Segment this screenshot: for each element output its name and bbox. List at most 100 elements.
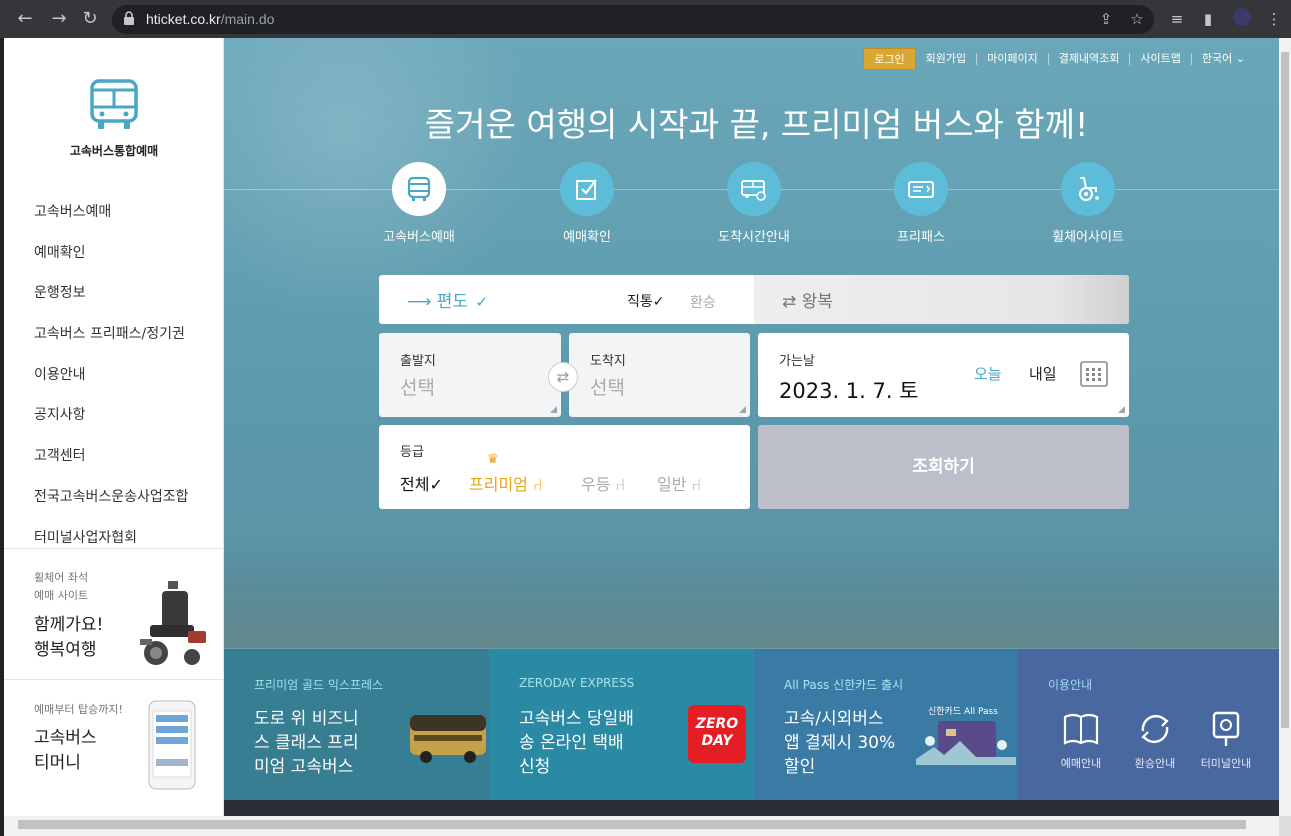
transfer-guide-link[interactable]: 환승안내 [1125, 709, 1185, 771]
booking-guide-link[interactable]: 예매안내 [1051, 709, 1111, 771]
check-mark-icon: ✓ [475, 293, 489, 311]
direct-check-icon: ✓ [652, 294, 665, 310]
terminal-guide-link[interactable]: 터미널안내 [1196, 709, 1256, 771]
transfer-option[interactable]: 환승 [690, 292, 716, 312]
star-icon[interactable]: ☆ [1126, 8, 1148, 30]
grade-label: 등급 [400, 445, 424, 460]
grade-deluxe[interactable]: 우등 ⑁ [581, 471, 625, 495]
grade-all[interactable]: 전체✓ [400, 471, 443, 495]
kebab-menu-icon[interactable]: ⋮ [1263, 8, 1285, 30]
service-bus-booking[interactable]: 고속버스예매 [339, 162, 499, 245]
banner-zeroday[interactable]: ZERODAY EXPRESS 고속버스 당일배 송 온라인 택배 신청 ZERO D… [489, 649, 754, 800]
banner-premium-gold[interactable]: 프리미엄 골드 익스프레스 도로 위 비즈니 스 클래스 프리 미엄 고속버스 [224, 649, 489, 800]
departure-select[interactable]: 출발지 선택 [379, 333, 561, 417]
hero-background-landscape [224, 538, 1279, 648]
sidebar: 고속버스통합예매 고속버스예매 예매확인 운행정보 고속버스 프리패스/정기권 … [4, 38, 224, 816]
transfer-guide-label: 환승안내 [1134, 757, 1176, 770]
share-icon[interactable]: ⇪ [1095, 8, 1117, 30]
sitemap-link[interactable]: 사이트맵 [1129, 53, 1190, 65]
back-arrow-icon[interactable]: ← [13, 7, 37, 31]
seat-icon: ⑁ [615, 475, 626, 494]
today-button[interactable]: 오늘 [974, 363, 1002, 384]
sidebar-item-notice[interactable]: 공지사항 [34, 395, 189, 436]
sidebar-item-operation-info[interactable]: 운행정보 [34, 273, 189, 314]
site-logo[interactable]: 고속버스통합예매 [4, 78, 224, 159]
swap-stations-button[interactable]: ⇄ [548, 362, 578, 392]
roundtrip-tab[interactable]: ⇄ 왕복 [754, 275, 1129, 324]
service-bus-booking-label: 고속버스예매 [383, 230, 455, 245]
bus-logo-icon [90, 79, 138, 129]
sidebar-item-customer-center[interactable]: 고객센터 [34, 436, 189, 477]
seat-icon: ⑁ [691, 475, 702, 494]
service-freepass[interactable]: 프리패스 [841, 162, 1001, 245]
hero-headline: 즐거운 여행의 시작과 끝, 프리미엄 버스와 함께! [424, 105, 1089, 144]
sidebar-item-union[interactable]: 전국고속버스운송사업조합 [34, 477, 189, 518]
sidebar-item-guide[interactable]: 이용안내 [34, 355, 189, 396]
main-hero: 로그인 회원가입 마이페이지 결제내역조회 사이트맵 한국어 ⌄ 즐거운 여행의… [224, 38, 1279, 816]
zeroday-logo-line2: DAY [701, 733, 733, 749]
vertical-scrollbar[interactable] [1279, 38, 1291, 816]
direct-option[interactable]: 직통✓ [627, 291, 665, 311]
language-label: 한국어 [1201, 52, 1233, 65]
promo-wheelchair-small-line2: 예매 사이트 [34, 589, 89, 602]
refresh-icon [1141, 714, 1169, 744]
promo-app-big: 고속버스티머니 [34, 726, 97, 776]
direct-label: 직통 [627, 294, 653, 310]
profile-avatar[interactable] [1231, 8, 1253, 30]
vertical-scroll-thumb[interactable] [1281, 52, 1289, 728]
grade-premium[interactable]: ♛ 프리미엄 ⑁ [469, 452, 543, 495]
arrival-select[interactable]: 도착지 선택 [569, 333, 750, 417]
side-panel-icon[interactable]: ▮ [1197, 8, 1219, 30]
grade-standard[interactable]: 일반 ⑁ [657, 471, 701, 495]
banner-allpass-card[interactable]: All Pass 신한카드 출시 고속/시외버스 앱 결제시 30% 할인 신한카드… [754, 649, 1018, 800]
footer-bar [224, 800, 1279, 816]
tmoney-promo[interactable]: 예매부터 탑승까지! 고속버스티머니 [4, 679, 224, 809]
seat-icon: ⑁ [532, 475, 543, 494]
credit-card-image [916, 721, 1016, 765]
banner-zeroday-copy-line1: 고속버스 당일배 [519, 709, 634, 729]
address-bar[interactable]: hticket.co.kr/main.do [112, 5, 1154, 34]
promo-app-small: 예매부터 탑승까지! [34, 703, 123, 716]
language-select[interactable]: 한국어 ⌄ [1190, 52, 1255, 65]
terminal-guide-label: 터미널안내 [1200, 757, 1252, 770]
reload-icon[interactable]: ↻ [78, 7, 102, 31]
service-arrival-time[interactable]: 도착시간안내 [674, 162, 834, 245]
service-wheelchair[interactable]: 휠체어사이트 [1008, 162, 1168, 245]
login-button[interactable]: 로그인 [863, 48, 916, 70]
signup-link[interactable]: 회원가입 [926, 53, 976, 65]
booking-guide-label: 예매안내 [1060, 757, 1102, 770]
date-label: 가는날 [779, 354, 815, 369]
logo-text: 고속버스통합예매 [69, 144, 159, 158]
web-page: 고속버스통합예매 고속버스예매 예매확인 운행정보 고속버스 프리패스/정기권 … [4, 38, 1279, 816]
sidebar-item-freepass[interactable]: 고속버스 프리패스/정기권 [34, 314, 189, 355]
horizontal-scroll-thumb[interactable] [18, 820, 1246, 829]
service-booking-check[interactable]: 예매확인 [507, 162, 667, 245]
service-arrival-time-label: 도착시간안내 [718, 230, 790, 245]
search-button[interactable]: 조회하기 [758, 425, 1129, 509]
promo-app-big-line2: 티머니 [34, 753, 81, 773]
horizontal-scrollbar[interactable] [4, 816, 1279, 836]
forward-arrow-icon[interactable]: → [47, 7, 71, 31]
date-select[interactable]: 가는날 2023. 1. 7. 토 오늘 내일 [758, 333, 1129, 417]
zeroday-logo-line1: ZERO [695, 716, 739, 732]
roundtrip-label: 왕복 [801, 292, 833, 312]
promo-app-big-line1: 고속버스 [34, 728, 97, 748]
wheelchair-promo[interactable]: 휠체어 좌석 예매 사이트 함께가요! 행복여행 [4, 548, 224, 680]
chevron-down-icon: ⌄ [1235, 52, 1245, 65]
wheelchair-icon [1061, 162, 1115, 216]
banner-allpass-copy-line1: 고속/시외버스 [784, 709, 884, 729]
wheelchair-image [140, 581, 206, 665]
mypage-link[interactable]: 마이페이지 [976, 53, 1048, 65]
sidebar-item-booking-check[interactable]: 예매확인 [34, 233, 189, 274]
phone-app-image [148, 700, 196, 790]
banner-allpass-copy: 고속/시외버스 앱 결제시 30% 할인 [784, 707, 895, 779]
calendar-icon[interactable] [1080, 360, 1108, 388]
trip-type-bar: ⟶ 편도 ✓ 직통✓ 환승 ⇄ 왕복 [379, 275, 1129, 324]
banner-premium-copy-line2: 스 클래스 프리 [254, 733, 359, 753]
payment-history-link[interactable]: 결제내역조회 [1047, 53, 1130, 65]
sidebar-item-express-booking[interactable]: 고속버스예매 [34, 192, 189, 233]
reading-list-icon[interactable]: ≡ [1166, 8, 1188, 30]
corner-mark [1118, 406, 1125, 413]
oneway-tab[interactable]: ⟶ 편도 ✓ [407, 287, 488, 312]
tomorrow-button[interactable]: 내일 [1029, 363, 1057, 384]
